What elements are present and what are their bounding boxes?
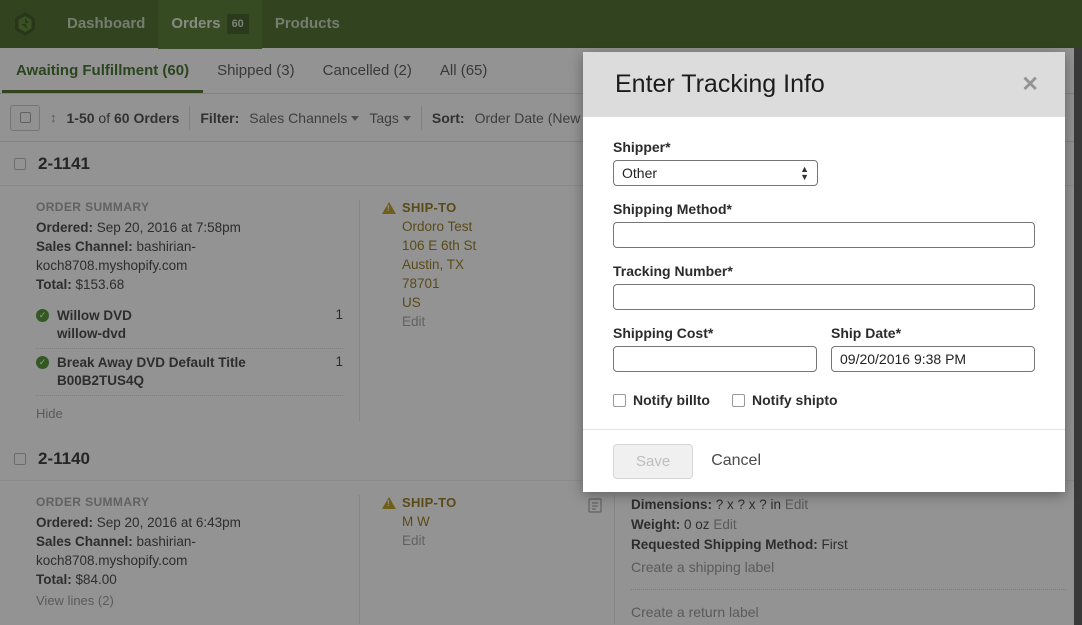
shipper-label: Shipper* <box>613 139 671 155</box>
shipping-cost-label: Shipping Cost* <box>613 325 714 341</box>
cancel-button[interactable]: Cancel <box>711 452 761 470</box>
cost-date-row: Shipping Cost* Ship Date* <box>613 325 1035 372</box>
close-icon[interactable]: ✕ <box>1015 70 1045 99</box>
tracking-number-input[interactable] <box>613 284 1035 310</box>
shipper-value: Other <box>622 165 658 181</box>
tracking-number-label: Tracking Number* <box>613 263 733 279</box>
shipping-cost-field-group: Shipping Cost* <box>613 325 817 372</box>
tracking-number-field-group: Tracking Number* <box>613 263 1035 310</box>
shipping-method-input[interactable] <box>613 222 1035 248</box>
save-button[interactable]: Save <box>613 443 694 479</box>
modal-footer: Save Cancel <box>583 429 1065 492</box>
shipping-method-label: Shipping Method* <box>613 201 732 217</box>
tracking-info-modal: Enter Tracking Info ✕ Shipper* Other ▲ ▼ … <box>583 52 1065 492</box>
ship-date-input[interactable] <box>831 346 1035 372</box>
checkbox-icon[interactable] <box>613 393 626 407</box>
modal-body: Shipper* Other ▲ ▼ Shipping Method* Track… <box>583 117 1065 408</box>
notify-shipto-label: Notify shipto <box>752 392 838 408</box>
shipping-cost-input[interactable] <box>613 346 817 372</box>
notify-billto-label: Notify billto <box>633 392 710 408</box>
shipping-method-field-group: Shipping Method* <box>613 201 1035 248</box>
ship-date-label: Ship Date* <box>831 325 902 341</box>
shipper-field-group: Shipper* Other ▲ ▼ <box>613 139 1035 186</box>
modal-title: Enter Tracking Info <box>615 70 825 98</box>
shipper-select[interactable]: Other ▲ ▼ <box>613 160 818 186</box>
modal-header: Enter Tracking Info ✕ <box>583 52 1065 117</box>
notify-shipto-option[interactable]: Notify shipto <box>732 392 838 408</box>
select-updown-icon: ▲ ▼ <box>800 164 809 182</box>
notify-billto-option[interactable]: Notify billto <box>613 392 710 408</box>
app-root: Dashboard Orders60 Products Awaiting Ful… <box>0 0 1082 625</box>
checkbox-icon[interactable] <box>732 393 745 407</box>
notify-options-row: Notify billto Notify shipto <box>613 392 1035 408</box>
ship-date-field-group: Ship Date* <box>831 325 1035 372</box>
